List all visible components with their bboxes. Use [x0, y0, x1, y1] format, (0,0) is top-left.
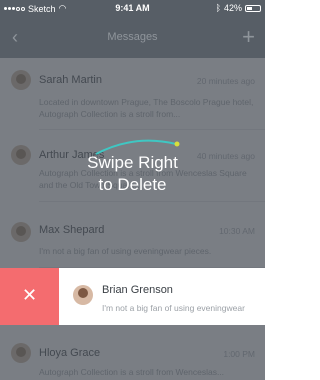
- message-preview: Located in downtown Prague, The Boscolo …: [39, 97, 254, 119]
- avatar: [11, 222, 31, 242]
- message-preview: I'm not a big fan of using eveningwear p…: [39, 246, 212, 256]
- page-title: Messages: [107, 31, 158, 43]
- swiped-list-item[interactable]: ✕ Brian Grenson I'm not a big fan of usi…: [0, 268, 265, 325]
- battery-label: 42%: [223, 3, 242, 13]
- nav-bar: ‹ Messages +: [0, 18, 265, 58]
- list-item[interactable]: Max Shepard 10:30 AM I'm not a big fan o…: [0, 202, 265, 268]
- sender-name: Hloya Grace: [39, 347, 101, 359]
- add-icon[interactable]: +: [242, 24, 255, 50]
- battery-icon: [245, 4, 261, 12]
- timestamp: 20 minutes ago: [196, 76, 255, 86]
- list-item[interactable]: Sarah Martin 20 minutes ago Located in d…: [0, 58, 265, 130]
- timestamp: 10:30 AM: [219, 226, 255, 236]
- message-preview: Autograph Collection is a stroll from We…: [39, 367, 225, 377]
- swiped-item-content[interactable]: Brian Grenson I'm not a big fan of using…: [59, 268, 265, 325]
- close-icon: ✕: [21, 285, 38, 305]
- swipe-arc-icon: [95, 139, 180, 155]
- sender-name: Sarah Martin: [39, 74, 102, 86]
- avatar: [11, 70, 31, 90]
- battery-group: ᛒ 42%: [216, 3, 261, 13]
- bluetooth-icon: ᛒ: [215, 3, 221, 13]
- delete-button[interactable]: ✕: [0, 268, 59, 325]
- avatar: [11, 343, 31, 363]
- sender-name: Max Shepard: [39, 224, 105, 236]
- list-item[interactable]: Hloya Grace 1:00 PM Autograph Collection…: [0, 325, 265, 380]
- status-bar: Sketch ◠ 9:41 AM ᛒ 42%: [0, 0, 265, 18]
- sender-name: Brian Grenson: [102, 284, 173, 296]
- hint-line-2: to Delete: [98, 175, 167, 194]
- swipe-hint: Swipe Right to Delete: [0, 139, 265, 196]
- avatar: [73, 285, 93, 305]
- timestamp: 1:00 PM: [223, 349, 255, 359]
- message-list: Sarah Martin 20 minutes ago Located in d…: [0, 58, 265, 380]
- message-preview: I'm not a big fan of using eveningwear: [102, 303, 245, 313]
